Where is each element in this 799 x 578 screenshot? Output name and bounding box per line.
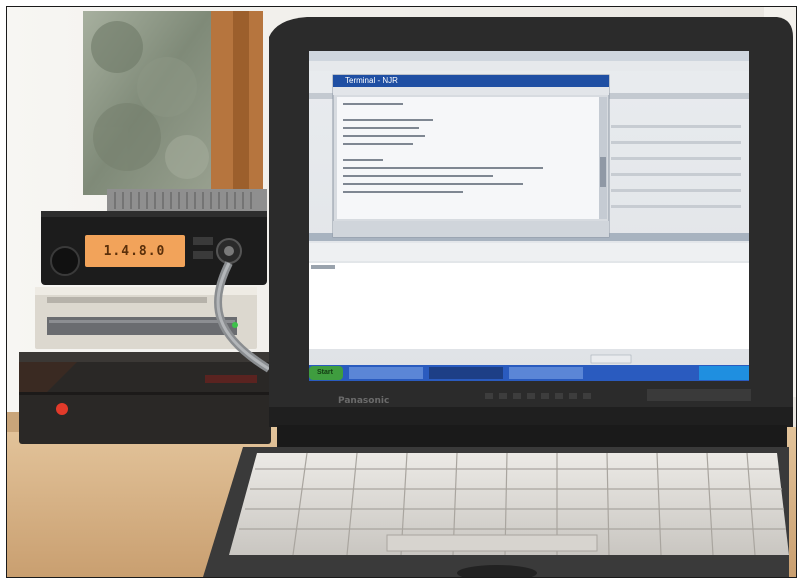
power-led xyxy=(56,403,68,415)
terminal-title: Terminal - NJR xyxy=(345,76,398,85)
taskbar-item-2 xyxy=(429,367,503,379)
taskbar-item-3 xyxy=(509,367,583,379)
laptop-brand: Panasonic xyxy=(338,396,390,406)
system-tray xyxy=(699,366,749,380)
power-supply xyxy=(19,352,271,444)
photo-scene xyxy=(7,7,796,577)
volume-knob xyxy=(50,246,80,276)
lcd-readout: 1.4.8.0 xyxy=(103,244,166,259)
laptop-screen xyxy=(309,51,749,381)
taskbar-item-1 xyxy=(349,367,423,379)
photograph: 1.4.8.0 Panasonic Terminal - NJR Start xyxy=(6,6,797,578)
start-label: Start xyxy=(317,369,333,376)
